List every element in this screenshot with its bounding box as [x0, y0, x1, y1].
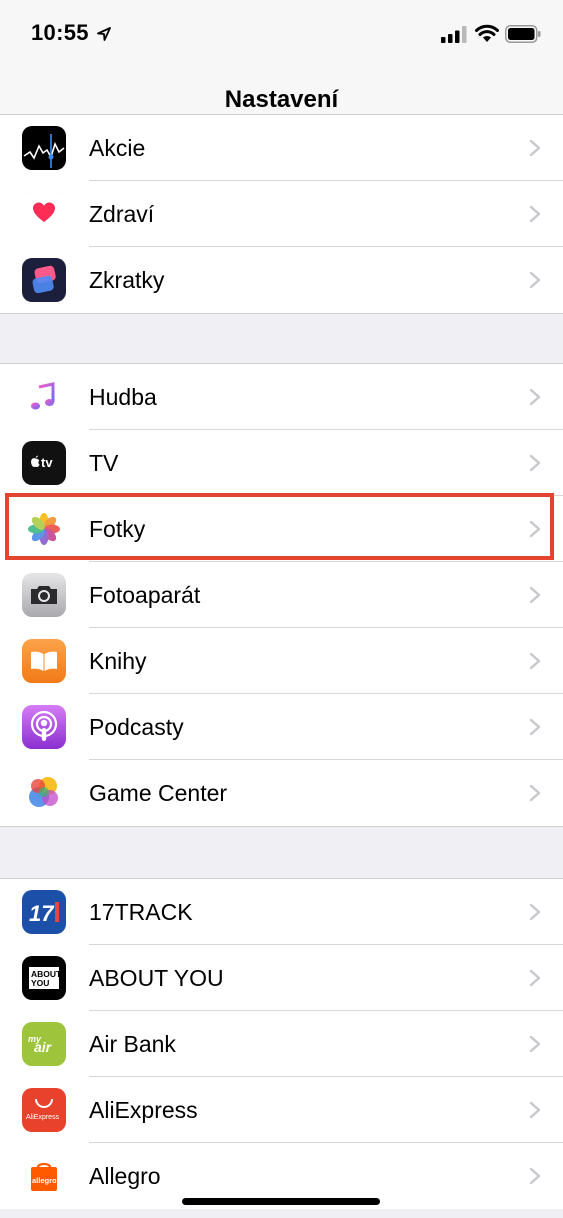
chevron-right-icon — [529, 1035, 541, 1053]
page-title: Nastavení — [224, 86, 339, 113]
settings-row-17track[interactable]: 17 17TRACK — [0, 879, 563, 945]
settings-row-label: Fotoaparát — [89, 582, 201, 608]
settings-row-label: Game Center — [89, 780, 228, 806]
settings-row-air-bank[interactable]: my air Air Bank — [0, 1011, 563, 1077]
chevron-right-icon — [529, 903, 541, 921]
shortcuts-icon — [22, 258, 66, 302]
chevron-right-icon — [529, 388, 541, 406]
settings-row-label: TV — [89, 450, 119, 476]
about-you-icon: ABOUT YOU — [22, 956, 66, 1000]
chevron-right-icon — [529, 205, 541, 223]
chevron-right-icon — [529, 1101, 541, 1119]
home-indicator[interactable] — [182, 1198, 380, 1205]
chevron-right-icon — [529, 454, 541, 472]
fotky-highlight-box — [5, 493, 554, 560]
settings-group-media-apps: Hudba tv TV Fotky Fotoaparát Knihy Podca… — [0, 363, 563, 827]
podcasts-icon — [22, 705, 66, 749]
apple-tv-icon: tv — [22, 441, 66, 485]
settings-row-zkratky[interactable]: Zkratky — [0, 247, 563, 313]
settings-row-label: Hudba — [89, 384, 157, 410]
cellular-signal-icon — [441, 26, 467, 43]
wifi-icon — [475, 24, 499, 42]
allegro-icon: allegro — [22, 1154, 66, 1198]
battery-icon — [505, 25, 541, 43]
camera-icon — [22, 573, 66, 617]
settings-row-knihy[interactable]: Knihy — [0, 628, 563, 694]
settings-group-system-apps: Akcie Zdraví Zkratky — [0, 114, 563, 314]
allegro-icon-text: allegro — [32, 1176, 57, 1185]
chevron-right-icon — [529, 139, 541, 157]
air-bank-icon-text-2: air — [34, 1039, 53, 1055]
settings-row-label: Air Bank — [89, 1031, 176, 1057]
aliexpress-icon-text: AliExpress — [26, 1114, 60, 1121]
about-you-icon-text-2: YOU — [31, 978, 49, 988]
chevron-right-icon — [529, 586, 541, 604]
settings-row-about-you[interactable]: ABOUT YOU ABOUT YOU — [0, 945, 563, 1011]
status-time: 10:55 — [31, 20, 89, 45]
settings-row-label: Allegro — [89, 1163, 161, 1189]
settings-row-label: Zkratky — [89, 267, 165, 293]
status-bar: 10:55 — [0, 0, 563, 70]
books-icon — [22, 639, 66, 683]
chevron-right-icon — [529, 652, 541, 670]
settings-row-akcie[interactable]: Akcie — [0, 115, 563, 181]
settings-row-label: Podcasty — [89, 714, 184, 740]
settings-row-label: AliExpress — [89, 1097, 198, 1123]
location-arrow-icon — [97, 27, 111, 41]
settings-row-zdravi[interactable]: Zdraví — [0, 181, 563, 247]
17track-icon-text: 17 — [29, 901, 55, 926]
settings-row-fotoaparat[interactable]: Fotoaparát — [0, 562, 563, 628]
settings-row-label: Zdraví — [89, 201, 155, 227]
settings-row-podcasty[interactable]: Podcasty — [0, 694, 563, 760]
settings-row-aliexpress[interactable]: AliExpress AliExpress — [0, 1077, 563, 1143]
music-icon — [22, 375, 66, 419]
chevron-right-icon — [529, 718, 541, 736]
chevron-right-icon — [529, 271, 541, 289]
settings-row-tv[interactable]: tv TV — [0, 430, 563, 496]
game-center-icon — [22, 771, 66, 815]
chevron-right-icon — [529, 969, 541, 987]
17track-icon: 17 — [22, 890, 66, 934]
settings-row-label: 17TRACK — [89, 899, 193, 925]
settings-row-game-center[interactable]: Game Center — [0, 760, 563, 826]
aliexpress-icon: AliExpress — [22, 1088, 66, 1132]
settings-group-third-party-apps: 17 17TRACK ABOUT YOU ABOUT YOU my air Ai… — [0, 878, 563, 1209]
settings-row-label: ABOUT YOU — [89, 965, 224, 991]
air-bank-icon: my air — [22, 1022, 66, 1066]
stocks-icon — [22, 126, 66, 170]
settings-row-label: Akcie — [89, 135, 146, 161]
apple-tv-icon-text: tv — [41, 455, 53, 470]
settings-row-label: Knihy — [89, 648, 147, 674]
chevron-right-icon — [529, 784, 541, 802]
settings-row-hudba[interactable]: Hudba — [0, 364, 563, 430]
health-icon — [22, 192, 66, 236]
chevron-right-icon — [529, 1167, 541, 1185]
